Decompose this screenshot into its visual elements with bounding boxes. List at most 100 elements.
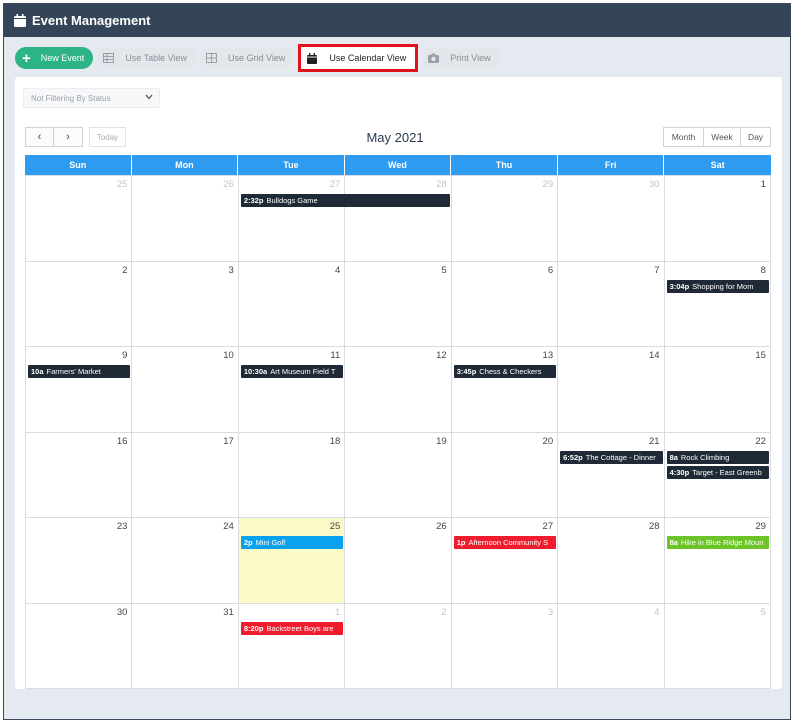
table-view-button[interactable]: Use Table View [97,47,197,69]
today-button[interactable]: Today [89,127,126,147]
day-cell[interactable]: 21 [558,432,665,517]
day-number: 15 [755,350,766,361]
day-view-button[interactable]: Day [741,127,771,147]
day-number: 30 [648,179,660,190]
day-cell[interactable]: 19 [345,432,452,517]
day-cell[interactable]: 23 [26,518,133,603]
day-number: 2 [122,264,128,276]
day-cell[interactable]: 2 [345,603,452,688]
month-title: May 2021 [366,130,424,145]
day-cell[interactable]: 10 [132,347,239,432]
day-cell[interactable]: 26 [132,176,239,261]
title-bar: Event Management [4,4,790,37]
event-time: 8:20p [243,623,264,633]
day-cell[interactable]: 25 [238,518,346,603]
week-row: 30 31 1 2 3 4 5 8:20p Backstreet Boys are [26,602,771,688]
chevron-down-icon [145,92,153,102]
table-icon [103,53,115,63]
calendar-event[interactable]: 8a Hike in Blue Ridge Moun [666,536,769,549]
day-cell[interactable]: 27 [239,176,346,261]
day-cell[interactable]: 31 [132,603,239,688]
day-cell[interactable]: 11 [239,347,346,432]
next-month-button[interactable]: › [54,127,83,147]
day-cell[interactable]: 30 [558,176,665,261]
day-number: 28 [436,179,447,190]
day-cell[interactable]: 28 [558,518,665,603]
weekday-tue: Tue [238,155,345,175]
day-cell[interactable]: 2 [26,261,133,346]
calendar-event[interactable]: 2p Mini Golf [240,536,344,549]
calendar-event[interactable]: 8:20p Backstreet Boys are [240,621,344,635]
day-cell[interactable]: 24 [132,518,239,603]
day-number: 27 [542,521,554,532]
day-number: 1 [334,606,341,618]
day-cell[interactable]: 5 [345,261,452,346]
day-number: 10 [223,350,234,361]
event-title: Rock Climbing [680,452,730,462]
event-time: 8a [669,538,678,547]
day-cell[interactable]: 6 [452,261,559,346]
day-number: 4 [654,606,660,618]
day-cell[interactable]: 29 [665,518,771,603]
day-number: 24 [223,521,234,532]
new-event-button[interactable]: + New Event [15,47,94,69]
day-cell[interactable]: 12 [345,347,452,432]
event-title: Art Museum Field T [270,367,336,376]
day-cell[interactable]: 8 [665,261,771,346]
chevron-left-icon: ‹ [37,131,42,143]
day-cell[interactable]: 4 [558,603,665,688]
day-number: 31 [223,606,234,618]
calendar-event[interactable]: 6:52p The Cottage - Dinner [560,450,663,464]
week-view-button[interactable]: Week [704,127,741,147]
calendar-event[interactable]: 2:32p Bulldogs Game [240,194,450,207]
event-title: Hike in Blue Ridge Moun [680,538,764,547]
day-cell[interactable]: 16 [26,432,133,517]
calendar-view-label: Use Calendar View [329,53,407,63]
calendar-event[interactable]: 3:45p Chess & Checkers [453,365,557,378]
day-cell[interactable]: 29 [452,176,559,261]
day-number: 29 [755,521,766,532]
calendar-panel: Not Filtering By Status ‹ › Today May 20… [15,77,782,689]
day-cell[interactable]: 1 [665,176,771,261]
day-cell[interactable]: 13 [452,347,559,432]
day-cell[interactable]: 1 [239,603,346,688]
event-time: 4:30p [669,467,690,477]
calendar-event[interactable]: 10a Farmers' Market [28,365,131,378]
day-cell[interactable]: 18 [239,432,346,517]
day-cell[interactable]: 17 [132,432,239,517]
day-cell[interactable]: 5 [665,603,771,688]
calendar-event[interactable]: 3:04p Shopping for Mom [666,279,769,293]
day-cell[interactable]: 15 [665,347,771,432]
status-filter-select[interactable]: Not Filtering By Status [23,88,160,108]
day-number: 1 [760,179,766,190]
day-number: 8 [760,264,766,276]
day-number: 21 [648,435,660,447]
month-navigation: ‹ › [25,127,83,147]
calendar-event[interactable]: 1p Afternoon Community S [453,536,557,549]
day-number: 14 [648,350,660,361]
day-cell[interactable]: 26 [345,518,452,603]
day-cell[interactable]: 28 [345,176,452,261]
event-time: 1p [456,538,466,547]
print-view-button[interactable]: Print View [422,47,500,69]
day-cell[interactable]: 30 [26,603,133,688]
day-cell[interactable]: 3 [452,603,559,688]
calendar-event[interactable]: 4:30p Target - East Greenb [666,465,769,479]
day-cell[interactable]: 14 [558,347,665,432]
calendar-event[interactable]: 10:30a Art Museum Field T [240,365,344,378]
day-cell[interactable]: 9 [26,347,133,432]
month-view-button[interactable]: Month [663,127,704,147]
weekday-sat: Sat [664,155,771,175]
calendar-view-button[interactable]: Use Calendar View [298,44,419,72]
day-cell[interactable]: 7 [558,261,665,346]
day-cell[interactable]: 3 [132,261,239,346]
calendar-event[interactable]: 8a Rock Climbing [666,450,769,464]
event-time: 3:04p [669,281,690,291]
week-row: 16 17 18 19 20 21 22 6:52p The Cottage - Dinner 8… [26,431,771,517]
day-cell[interactable]: 20 [452,432,559,517]
grid-view-button[interactable]: Use Grid View [200,47,295,69]
prev-month-button[interactable]: ‹ [25,127,54,147]
day-cell[interactable]: 27 [452,518,559,603]
day-cell[interactable]: 4 [239,261,346,346]
day-cell[interactable]: 25 [26,176,133,261]
